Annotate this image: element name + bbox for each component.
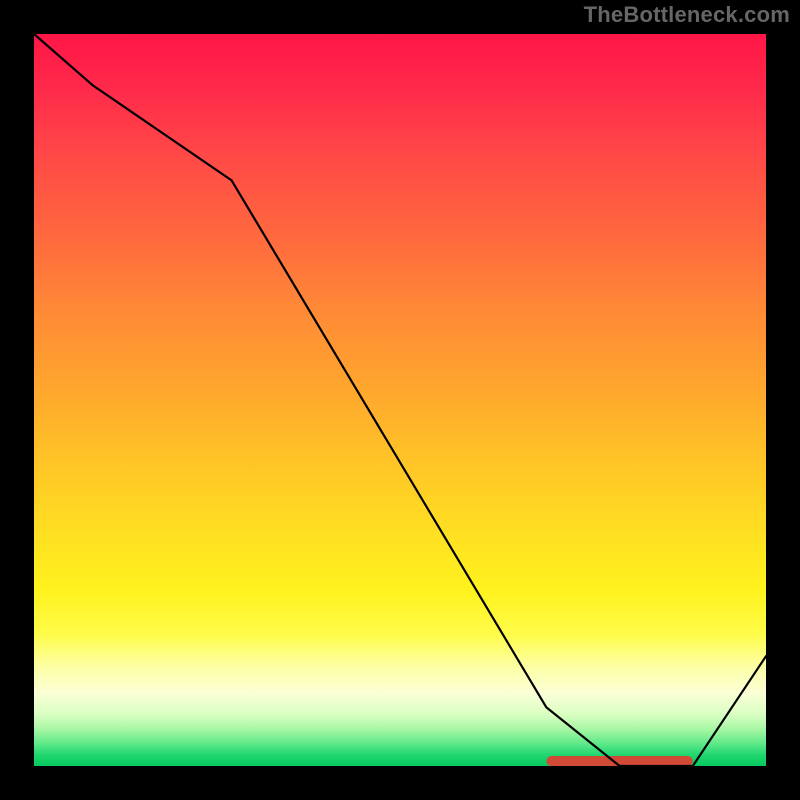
attribution-text: TheBottleneck.com — [584, 2, 790, 28]
baseline-marker-group — [546, 756, 692, 766]
plot-overlay — [34, 34, 766, 766]
baseline-marker — [546, 756, 692, 766]
plot-frame — [34, 34, 766, 766]
chart-container: TheBottleneck.com — [0, 0, 800, 800]
series-line — [34, 34, 766, 766]
plot-area — [34, 34, 766, 766]
